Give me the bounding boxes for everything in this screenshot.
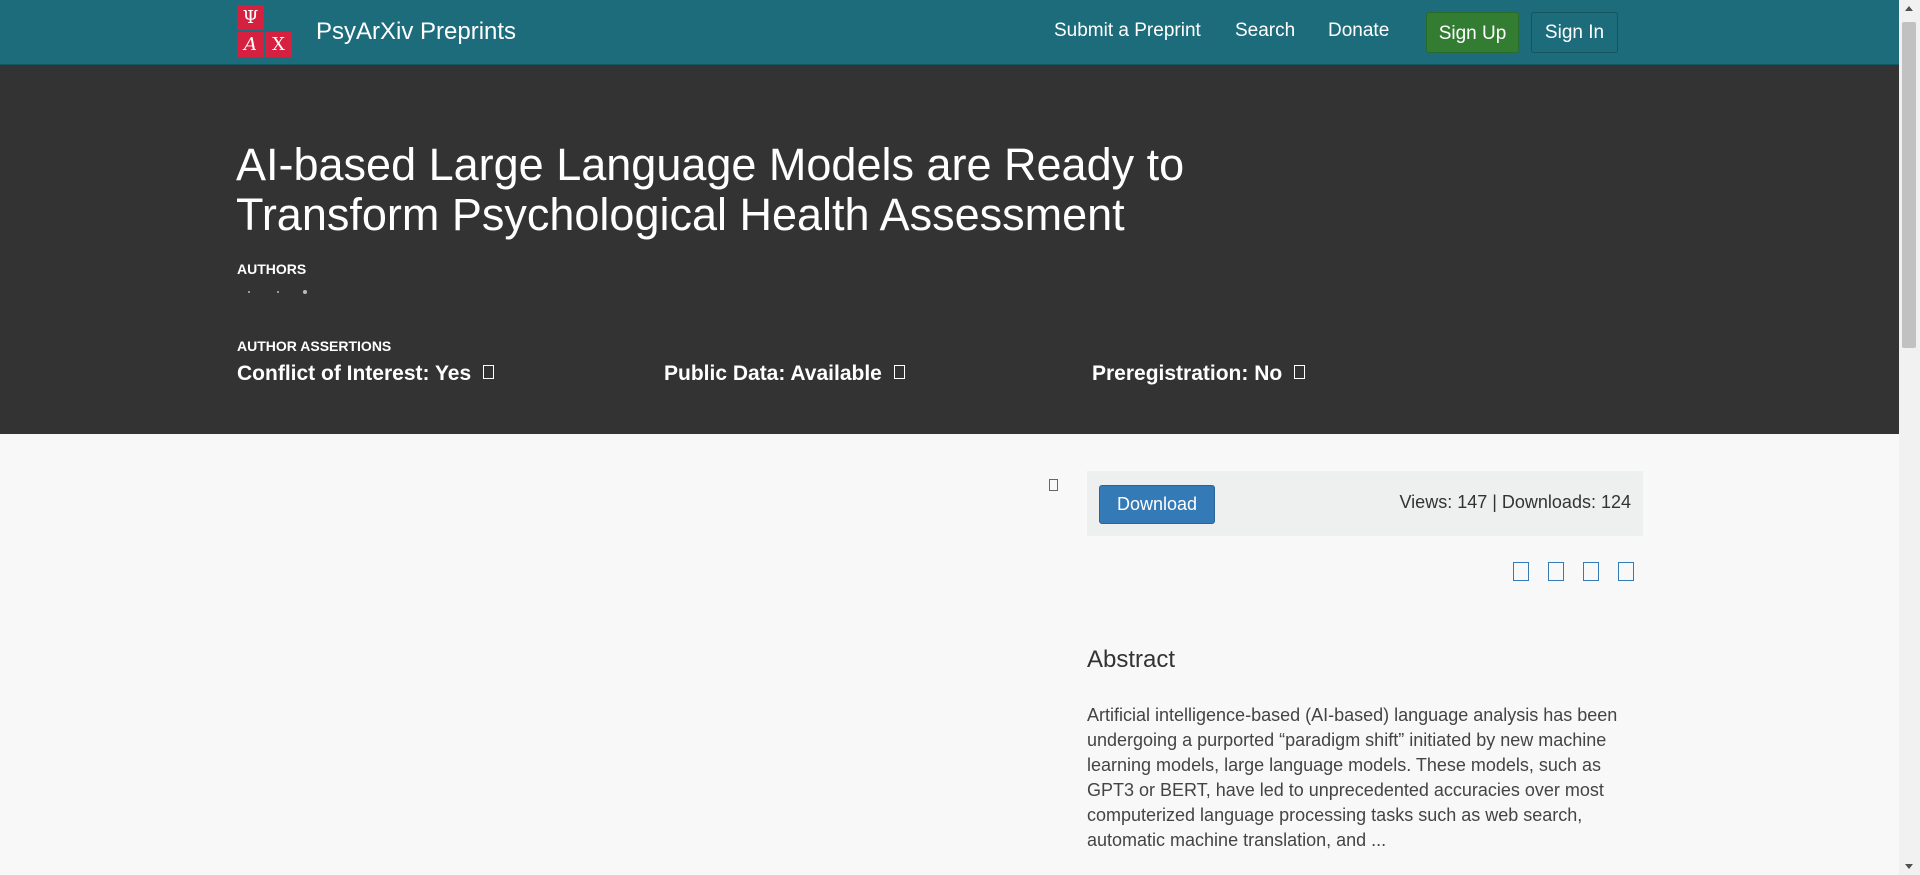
nav-submit-preprint[interactable]: Submit a Preprint: [1054, 20, 1201, 42]
info-icon[interactable]: [1294, 365, 1306, 379]
author-placeholder-dot: [248, 291, 250, 293]
sign-in-button[interactable]: Sign In: [1531, 12, 1618, 53]
views-downloads-stats: Views: 147 | Downloads: 124: [1399, 492, 1632, 512]
abstract-text: Artificial intelligence-based (AI-based)…: [1087, 705, 1618, 850]
nav-search[interactable]: Search: [1235, 20, 1295, 42]
author-assertions-label: AUTHOR ASSERTIONS: [237, 338, 392, 354]
download-button[interactable]: Download: [1099, 485, 1215, 524]
info-icon[interactable]: [483, 365, 495, 379]
author-placeholder-dot: [277, 291, 279, 293]
assertion-conflict-of-interest: Conflict of Interest: Yes: [237, 362, 495, 386]
assertion-public-data: Public Data: Available: [664, 362, 905, 386]
abstract-heading: Abstract: [1087, 646, 1176, 673]
twitter-icon[interactable]: [1513, 562, 1529, 581]
expand-icon[interactable]: [1049, 479, 1058, 491]
scroll-up-arrow-icon[interactable]: [1905, 6, 1913, 11]
logo-x-tile: X: [265, 32, 292, 57]
psyarxiv-logo[interactable]: Ψ A X: [237, 5, 297, 59]
author-placeholder-dot: [303, 290, 307, 294]
assertion-label: Preregistration: No: [1092, 362, 1283, 385]
facebook-icon[interactable]: [1548, 562, 1564, 581]
assertion-label: Conflict of Interest: Yes: [237, 362, 472, 385]
scroll-thumb[interactable]: [1902, 22, 1916, 348]
authors-label: AUTHORS: [237, 261, 307, 277]
email-icon[interactable]: [1618, 562, 1634, 581]
info-icon[interactable]: [893, 365, 905, 379]
nav-donate[interactable]: Donate: [1328, 20, 1389, 42]
logo-psi-tile: Ψ: [237, 5, 264, 30]
download-panel: Download Views: 147 | Downloads: 124: [1087, 471, 1643, 536]
preprint-title: AI-based Large Language Models are Ready…: [236, 139, 1185, 240]
brand-link[interactable]: PsyArXiv Preprints: [316, 18, 516, 46]
linkedin-icon[interactable]: [1583, 562, 1599, 581]
page-scrollbar[interactable]: [1899, 0, 1920, 875]
preprint-header: AI-based Large Language Models are Ready…: [0, 65, 1899, 434]
scroll-down-arrow-icon[interactable]: [1905, 864, 1913, 869]
logo-a-tile: A: [237, 32, 264, 57]
assertion-label: Public Data: Available: [664, 362, 882, 385]
assertion-preregistration: Preregistration: No: [1092, 362, 1306, 386]
sign-up-button[interactable]: Sign Up: [1426, 12, 1519, 53]
top-navbar: Ψ A X PsyArXiv Preprints Submit a Prepri…: [0, 0, 1899, 65]
